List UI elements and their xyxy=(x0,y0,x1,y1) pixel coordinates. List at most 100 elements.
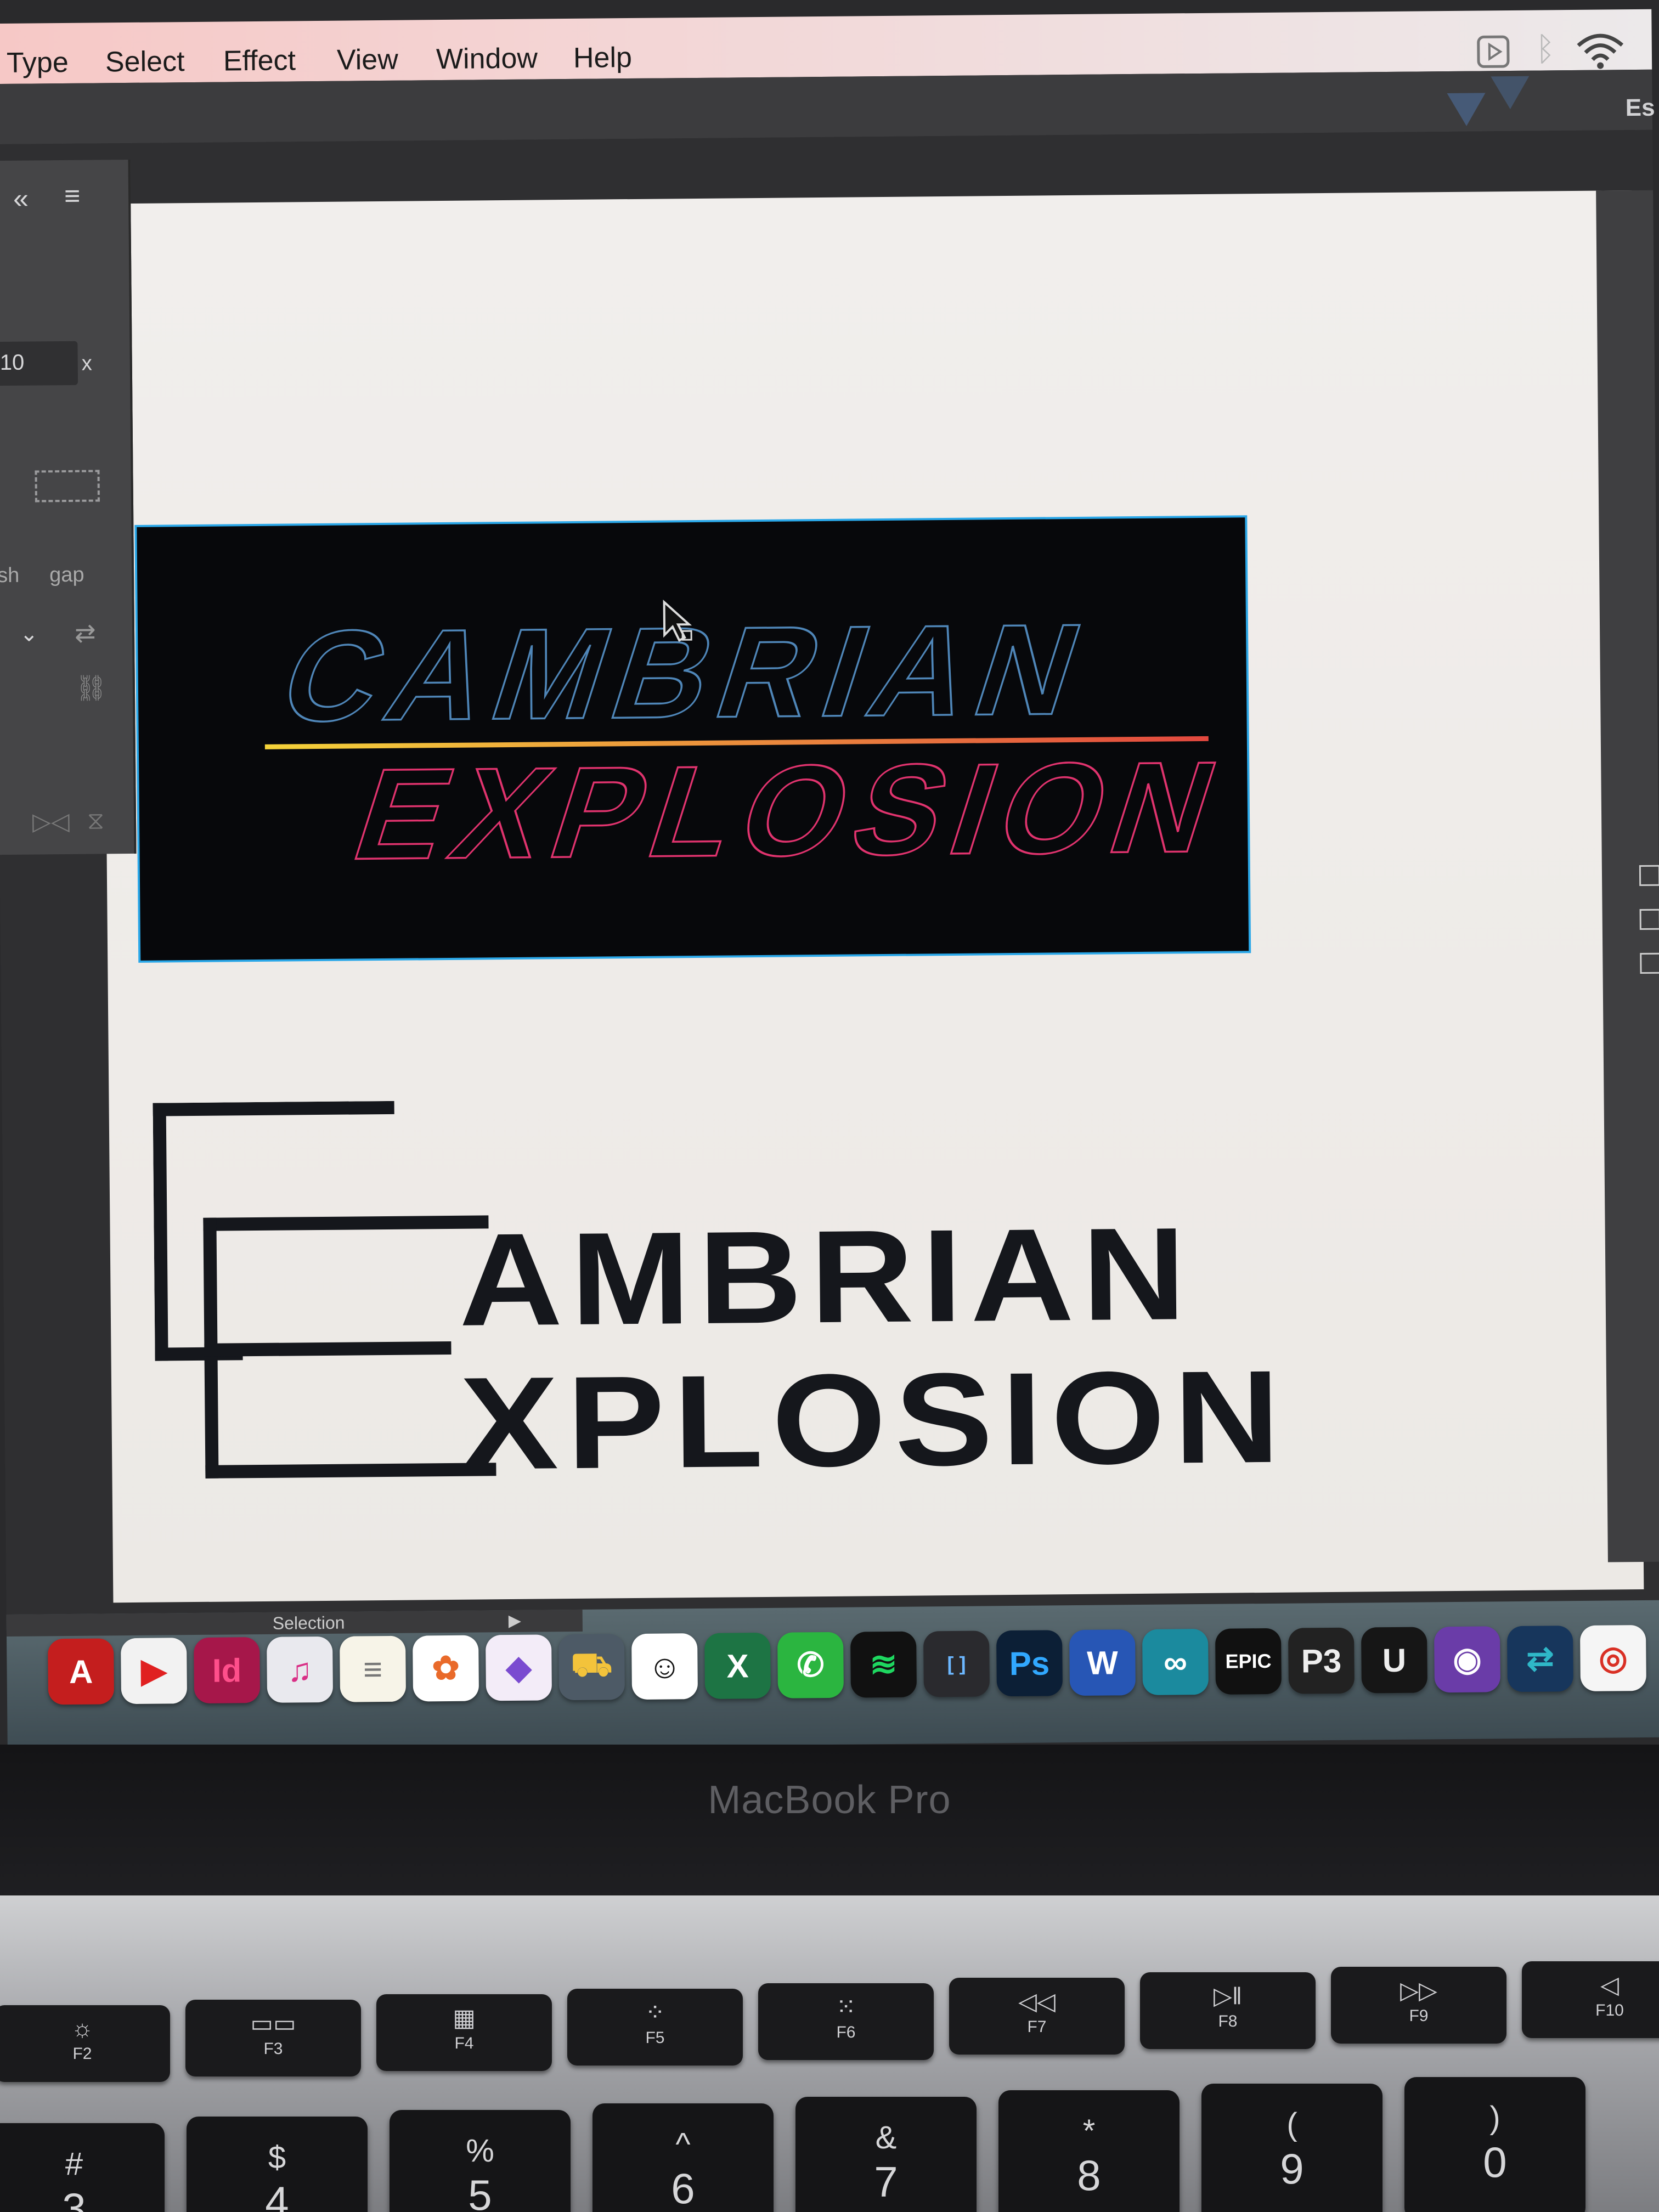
fkey-label: F9 xyxy=(1409,2007,1429,2025)
photoshop-icon[interactable]: Ps xyxy=(996,1630,1063,1697)
checkbox[interactable] xyxy=(1639,909,1659,930)
whatsapp-icon[interactable]: ✆ xyxy=(777,1632,844,1699)
neon-title-line2: EXPLOSION xyxy=(338,735,1245,887)
key-digit: 4 xyxy=(265,2177,289,2212)
key-shift-symbol: ^ xyxy=(675,2126,691,2162)
collapse-panel-icon[interactable]: « xyxy=(13,183,29,215)
checkbox[interactable] xyxy=(1640,952,1659,974)
dash-label: sh xyxy=(0,563,20,588)
key-4[interactable]: $4 xyxy=(187,2117,368,2212)
fkey-f5[interactable]: ⁘ F5 xyxy=(567,1989,743,2066)
indesign-icon[interactable]: Id xyxy=(194,1637,261,1704)
chrome-icon[interactable]: ◎ xyxy=(1579,1624,1646,1692)
fkey-f4[interactable]: ▦ F4 xyxy=(376,1994,552,2071)
key-5[interactable]: % 5 xyxy=(390,2110,571,2212)
search-help-icon xyxy=(1447,76,1530,126)
word-icon[interactable]: W xyxy=(1069,1629,1136,1696)
screen-record-icon[interactable] xyxy=(1474,32,1513,71)
macbook-label: MacBook Pro xyxy=(708,1778,951,1822)
epic-games-icon[interactable]: EPIC xyxy=(1215,1628,1282,1695)
bracket-icon[interactable]: [ ] xyxy=(923,1630,990,1697)
fkey-label: F8 xyxy=(1218,2012,1238,2030)
excel-icon[interactable]: X xyxy=(704,1632,771,1699)
arduino-icon[interactable]: ∞ xyxy=(1142,1628,1209,1695)
key-digit: 0 xyxy=(1483,2138,1507,2186)
artboard[interactable]: CAMBRIAN EXPLOSION AMBRIAN XPLOSION xyxy=(101,190,1644,1603)
fkey-f3[interactable]: ▭▭ F3 xyxy=(185,2000,361,2076)
stroke-weight-field[interactable]: 10 xyxy=(0,341,78,386)
key-digit: 6 xyxy=(671,2164,695,2212)
photos-icon[interactable]: ✿ xyxy=(413,1635,479,1702)
key-digit: 7 xyxy=(874,2158,898,2206)
youtube-icon[interactable]: ▶ xyxy=(121,1638,188,1705)
workspace-switcher[interactable]: Es xyxy=(1626,94,1655,122)
keyboard-deck: ☼ F2 ▭▭ F3 ▦ F4 ⁘ F5 ⁙ F6 ◁◁ F7 ▷‖ F8 ▷▷ F9 ◁ F10 #3 $4% 5 ^… xyxy=(0,1895,1659,2212)
key-6[interactable]: ^ 6 xyxy=(592,2103,774,2212)
key-0[interactable]: ) 0 xyxy=(1404,2077,1585,2212)
checkbox[interactable] xyxy=(1639,865,1659,887)
key-shift-symbol: $ xyxy=(268,2140,286,2175)
fkey-icon: ▷▷ xyxy=(1400,1977,1437,2004)
forklift-icon[interactable]: ⛟ xyxy=(558,1634,625,1701)
key-7[interactable]: & 7 xyxy=(795,2097,977,2212)
dock-icons: A ▶ Id ♫ ≡ ✿ ◆ ⛟ ☺ X ✆ ≋[ ] Ps W ∞ EPIC P3 U ◉ ⇄ ◎ xyxy=(0,0,1651,1705)
fkey-f2[interactable]: ☼ F2 xyxy=(0,2005,170,2082)
fkey-label: F4 xyxy=(454,2034,474,2052)
flip-horizontal-icon[interactable]: ▷◁ xyxy=(32,808,70,836)
fkey-icon: ⁙ xyxy=(836,1994,856,2021)
fkey-f9[interactable]: ▷▷ F9 xyxy=(1331,1967,1506,2044)
fkey-f10[interactable]: ◁ F10 xyxy=(1522,1961,1659,2038)
swap-icon[interactable]: ⇄ xyxy=(75,618,96,648)
key-8[interactable]: * 8 xyxy=(998,2090,1180,2212)
reminders-icon[interactable]: ≡ xyxy=(340,1635,407,1702)
key-shift-symbol: ) xyxy=(1489,2100,1500,2136)
acrobat-icon[interactable]: A xyxy=(48,1638,115,1705)
solid-logo-art[interactable]: AMBRIAN XPLOSION xyxy=(153,1092,1363,1498)
flip-vertical-icon[interactable]: ⧖ xyxy=(87,807,104,834)
affinity-icon[interactable]: ◆ xyxy=(486,1634,552,1701)
key-shift-symbol: * xyxy=(1082,2113,1096,2149)
teamviewer-icon[interactable]: ⇄ xyxy=(1506,1626,1573,1692)
key-digit: 5 xyxy=(468,2171,492,2212)
spotify-icon[interactable]: ≋ xyxy=(850,1631,917,1698)
fkey-f7[interactable]: ◁◁ F7 xyxy=(949,1978,1125,2055)
chevron-down-icon[interactable]: ⌄ xyxy=(20,621,38,646)
logo-title-line1: AMBRIAN xyxy=(458,1200,1194,1353)
github-icon[interactable]: ◉ xyxy=(1434,1626,1500,1693)
p3-icon[interactable]: P3 xyxy=(1288,1627,1355,1694)
menu-help[interactable]: Help xyxy=(573,41,632,75)
arrow-cursor-icon xyxy=(663,599,692,642)
wifi-icon[interactable] xyxy=(1576,31,1626,70)
key-9[interactable]: (9 xyxy=(1201,2084,1383,2212)
fkey-icon: ▭▭ xyxy=(250,2010,296,2037)
play-icon[interactable]: ▶ xyxy=(509,1611,521,1630)
fkey-f8[interactable]: ▷‖ F8 xyxy=(1140,1972,1316,2049)
fkey-icon: ⁘ xyxy=(645,1999,665,2026)
key-3[interactable]: #3 xyxy=(0,2123,165,2212)
unreal-icon[interactable]: U xyxy=(1361,1627,1428,1694)
smile-icon[interactable]: ☺ xyxy=(631,1633,698,1700)
unlink-icon[interactable]: ⛓ xyxy=(75,673,108,703)
itunes-icon[interactable]: ♫ xyxy=(267,1636,334,1703)
key-shift-symbol: & xyxy=(875,2120,897,2155)
stroke-unit-label: x xyxy=(81,352,92,375)
bluetooth-icon[interactable]: ᛒ xyxy=(1536,30,1556,67)
key-digit: 8 xyxy=(1077,2151,1101,2199)
align-dash-icon[interactable] xyxy=(35,470,100,503)
menu-effect[interactable]: Effect xyxy=(223,44,296,77)
fkey-f6[interactable]: ⁙ F6 xyxy=(758,1983,934,2060)
menu-view[interactable]: View xyxy=(337,43,398,77)
fkey-icon: ☼ xyxy=(71,2015,94,2042)
menu-window[interactable]: Window xyxy=(436,42,538,76)
status-bar: Selection ▶ xyxy=(6,1609,583,1637)
menu-select[interactable]: Select xyxy=(105,45,185,78)
panel-menu-icon[interactable]: ≡ xyxy=(64,180,81,212)
fkey-label: F3 xyxy=(263,2040,283,2058)
neon-logo-panel[interactable]: CAMBRIAN EXPLOSION xyxy=(137,517,1249,961)
menu-type[interactable]: Type xyxy=(7,46,69,80)
fkey-label: F10 xyxy=(1595,2001,1624,2019)
fkey-icon: ▷‖ xyxy=(1213,1983,1242,2010)
fkey-icon: ▦ xyxy=(453,2005,476,2032)
logo-title-line2: XPLOSION xyxy=(459,1343,1289,1497)
key-digit: 9 xyxy=(1280,2145,1304,2193)
